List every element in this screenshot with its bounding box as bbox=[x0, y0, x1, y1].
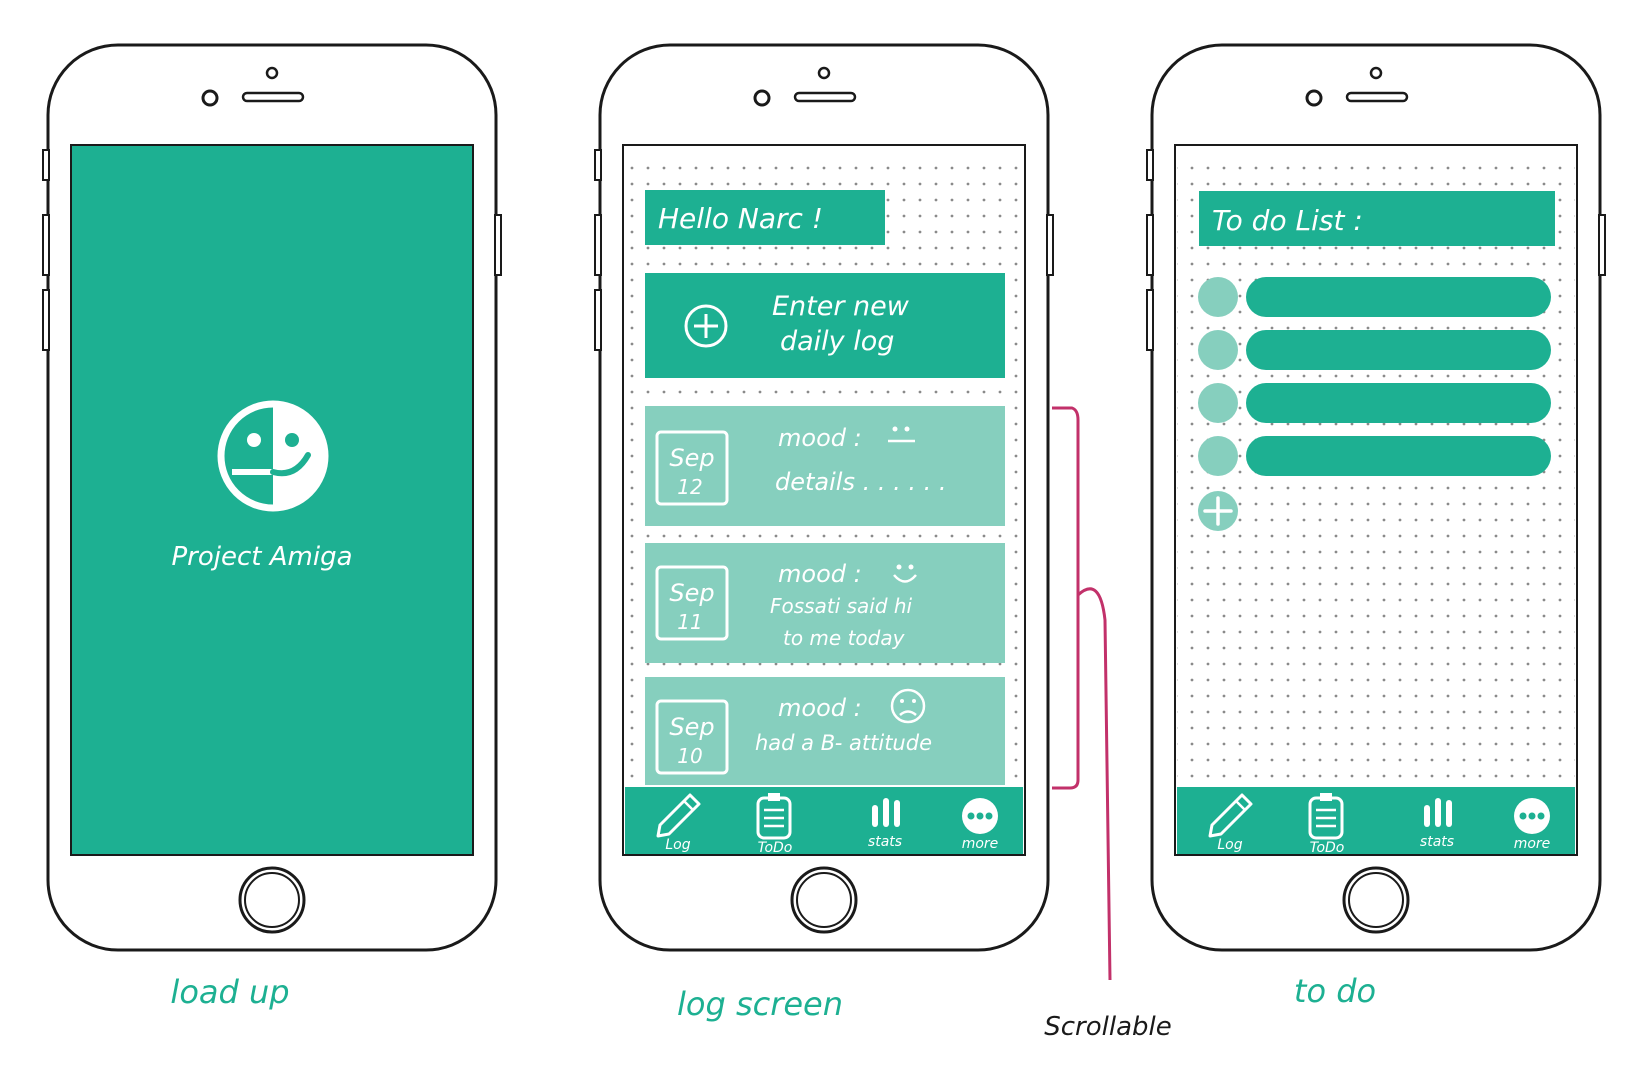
entry-mood-label: mood : bbox=[778, 694, 862, 722]
wireframe-canvas: Project Amiga load up Hello Narc ! Enter… bbox=[0, 0, 1647, 1066]
caption-log-screen: log screen bbox=[677, 985, 843, 1023]
entry-month: Sep bbox=[669, 444, 714, 472]
entry-day: 10 bbox=[677, 744, 702, 768]
tab-label: Log bbox=[1217, 837, 1242, 853]
todo-item-bar[interactable] bbox=[1246, 436, 1551, 476]
entry-text-line1: Fossati said hi bbox=[770, 594, 913, 618]
caption-to-do: to do bbox=[1294, 972, 1376, 1010]
log-entry-sep-12[interactable]: Sep 12 mood : details . . . . . . bbox=[645, 406, 1005, 526]
entry-text-line1: had a B- attitude bbox=[755, 731, 932, 755]
todo-item-bar[interactable] bbox=[1246, 383, 1551, 423]
todo-checkbox[interactable] bbox=[1198, 330, 1238, 370]
caption-load-up: load up bbox=[170, 973, 289, 1011]
phone-to-do: To do List : Log ToDo stats more to do bbox=[1146, 43, 1606, 1010]
add-todo-button[interactable] bbox=[1198, 491, 1238, 531]
side-button bbox=[1046, 214, 1054, 276]
tab-stats[interactable]: stats bbox=[868, 798, 902, 850]
tab-more[interactable]: more bbox=[962, 798, 999, 852]
dots-icon bbox=[1514, 798, 1550, 834]
side-button bbox=[1146, 149, 1154, 181]
greeting-text: Hello Narc ! bbox=[658, 202, 823, 235]
entry-day: 12 bbox=[677, 475, 702, 499]
entry-month: Sep bbox=[669, 579, 714, 607]
side-button bbox=[42, 289, 50, 351]
side-button bbox=[1598, 214, 1606, 276]
entry-month: Sep bbox=[669, 713, 714, 741]
phone-log-screen: Hello Narc ! Enter new daily log Sep 12 … bbox=[594, 43, 1054, 1023]
side-button bbox=[42, 214, 50, 276]
tab-label: stats bbox=[868, 834, 902, 850]
side-button bbox=[42, 149, 50, 181]
app-name: Project Amiga bbox=[171, 542, 352, 572]
tab-label: stats bbox=[1420, 834, 1454, 850]
tab-label: more bbox=[962, 836, 999, 852]
new-log-line1: Enter new bbox=[772, 291, 910, 322]
phone-load-up: Project Amiga load up bbox=[42, 43, 502, 1011]
scrollable-label: Scrollable bbox=[1044, 1012, 1172, 1042]
side-button bbox=[1146, 289, 1154, 351]
side-button bbox=[594, 214, 602, 276]
dots-icon bbox=[962, 798, 998, 834]
scroll-bracket bbox=[1052, 406, 1080, 790]
todo-checkbox[interactable] bbox=[1198, 436, 1238, 476]
new-log-button[interactable]: Enter new daily log bbox=[645, 273, 1005, 378]
todo-checkbox[interactable] bbox=[1198, 383, 1238, 423]
side-button bbox=[594, 149, 602, 181]
tab-label: more bbox=[1514, 836, 1551, 852]
entry-text-line1: details . . . . . . bbox=[775, 468, 947, 496]
todo-item-bar[interactable] bbox=[1246, 277, 1551, 317]
splash-screen bbox=[70, 144, 474, 856]
side-button bbox=[494, 214, 502, 276]
entry-mood-label: mood : bbox=[778, 424, 862, 452]
log-entry-sep-10[interactable]: Sep 10 mood : had a B- attitude bbox=[645, 677, 1005, 785]
side-button bbox=[594, 289, 602, 351]
tab-stats[interactable]: stats bbox=[1420, 798, 1454, 850]
scroll-pointer-line bbox=[1076, 587, 1112, 981]
log-entry-sep-11[interactable]: Sep 11 mood : Fossati said hi to me toda… bbox=[645, 543, 1005, 663]
entry-mood-label: mood : bbox=[778, 560, 862, 588]
new-log-line2: daily log bbox=[780, 326, 894, 357]
side-button bbox=[1146, 214, 1154, 276]
tab-label: ToDo bbox=[758, 840, 793, 856]
tab-label: ToDo bbox=[1310, 840, 1345, 856]
todo-checkbox[interactable] bbox=[1198, 277, 1238, 317]
tab-more[interactable]: more bbox=[1514, 798, 1551, 852]
entry-day: 11 bbox=[677, 610, 702, 634]
tab-label: Log bbox=[665, 837, 690, 853]
todo-title: To do List : bbox=[1212, 204, 1363, 237]
wireframe-svg: Project Amiga load up Hello Narc ! Enter… bbox=[42, 43, 1606, 1042]
entry-text-line2: to me today bbox=[783, 626, 906, 650]
todo-item-bar[interactable] bbox=[1246, 330, 1551, 370]
